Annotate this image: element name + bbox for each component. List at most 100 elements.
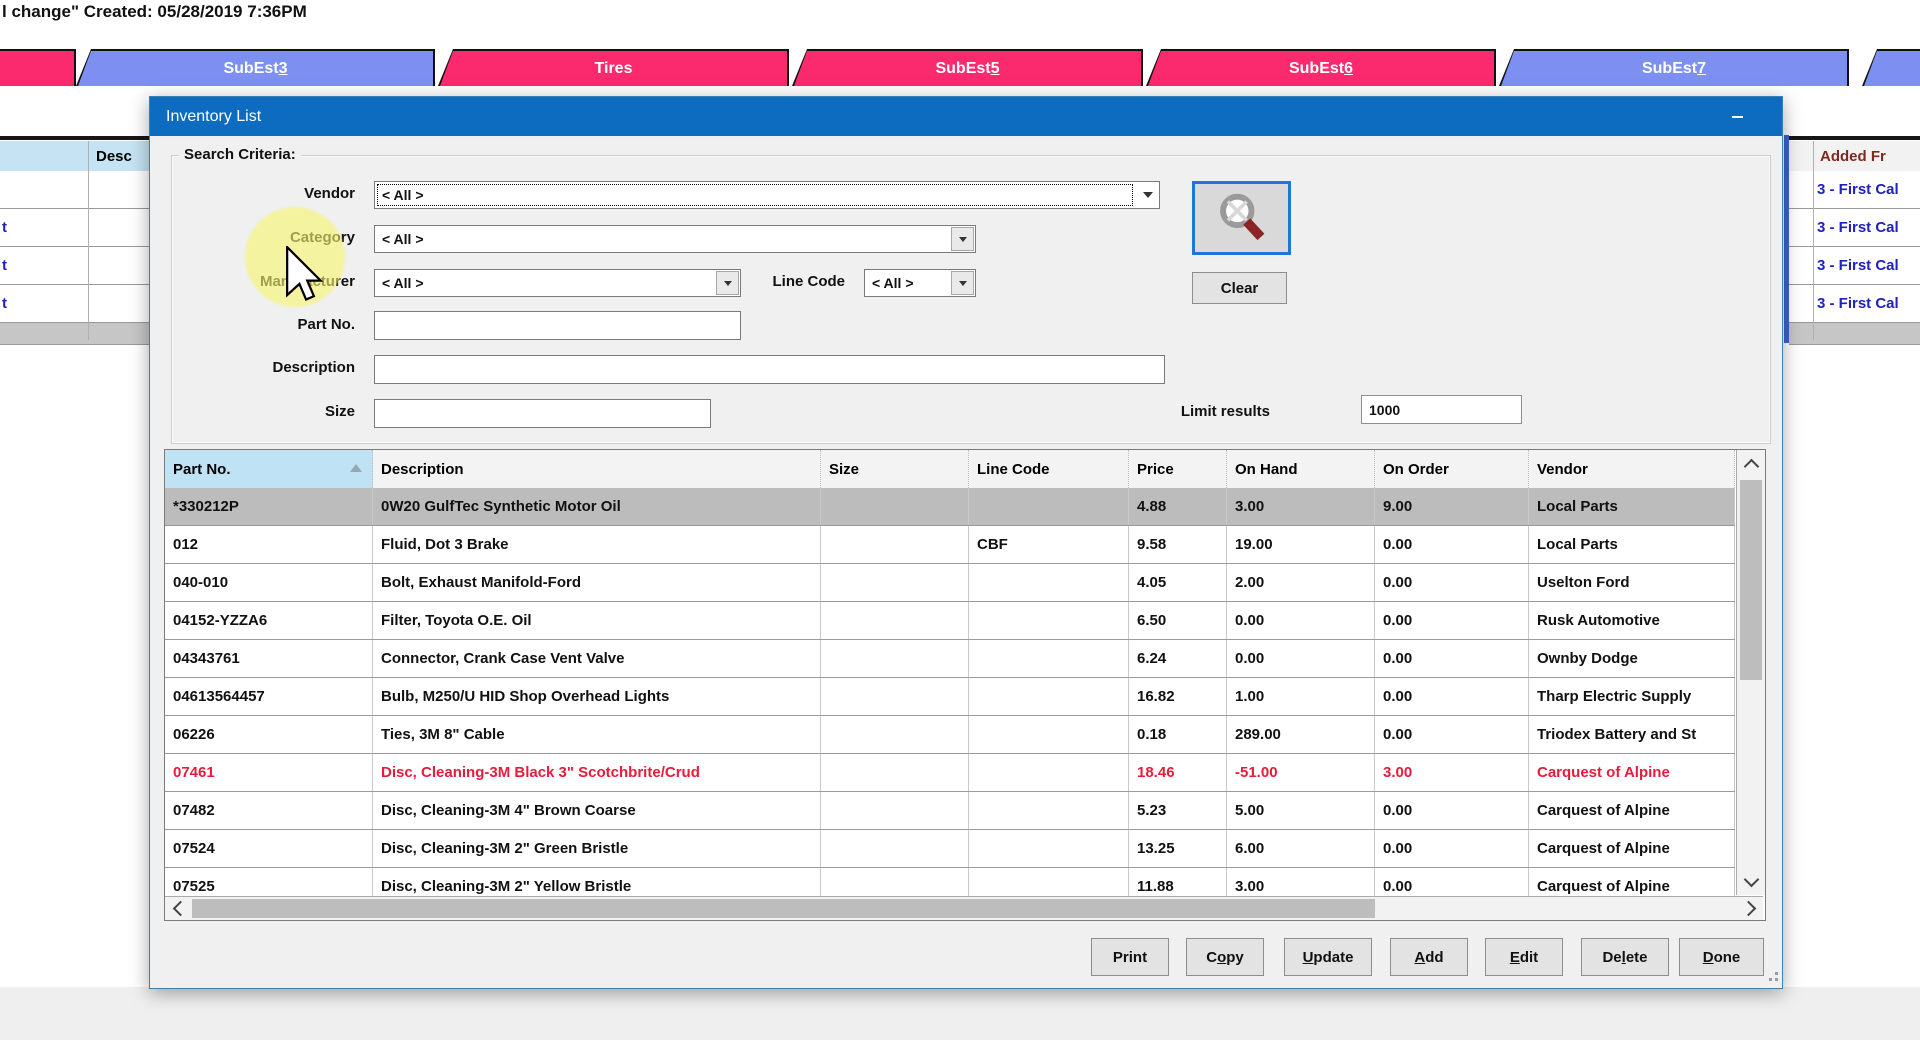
table-cell: 6.00 [1227, 830, 1375, 867]
scroll-up-button[interactable] [1737, 450, 1765, 478]
close-button[interactable] [1862, 97, 1908, 136]
table-row[interactable]: 040-010Bolt, Exhaust Manifold-Ford4.052.… [165, 564, 1735, 602]
table-cell: 0W20 GulfTec Synthetic Motor Oil [373, 488, 821, 525]
chevron-down-icon[interactable] [716, 271, 739, 295]
done-button-label: Done [1703, 949, 1741, 966]
clear-button[interactable]: Clear [1192, 272, 1287, 304]
line-code-combo[interactable]: < All > [864, 269, 976, 297]
table-row[interactable]: 06226Ties, 3M 8" Cable0.18289.000.00Trio… [165, 716, 1735, 754]
limit-results-input[interactable]: 1000 [1361, 395, 1522, 424]
inventory-list-dialog: Inventory List Search Criteria: Vendor <… [149, 96, 1783, 989]
table-cell: 6.24 [1129, 640, 1227, 677]
close-icon [1878, 110, 1892, 124]
table-cell: Carquest of Alpine [1529, 792, 1735, 829]
table-cell: 0.00 [1375, 526, 1529, 563]
table-cell: 16.82 [1129, 678, 1227, 715]
table-cell [821, 830, 969, 867]
table-header-row: Part No.DescriptionSizeLine CodePriceOn … [165, 450, 1735, 490]
background-bottom-band [0, 987, 1920, 1040]
tab-subest-5[interactable]: SubEst 5 [792, 49, 1143, 86]
column-header-label: Part No. [173, 461, 231, 478]
chevron-down-icon[interactable] [951, 271, 974, 295]
table-row[interactable]: 04343761Connector, Crank Case Vent Valve… [165, 640, 1735, 678]
scroll-right-button[interactable] [1737, 897, 1763, 920]
done-button[interactable]: Done [1679, 938, 1764, 976]
category-value: < All > [375, 231, 424, 247]
table-cell [821, 716, 969, 753]
table-row[interactable]: 012Fluid, Dot 3 BrakeCBF9.5819.000.00Loc… [165, 526, 1735, 564]
vendor-combo[interactable]: < All > [374, 181, 1160, 209]
horizontal-scroll-thumb[interactable] [192, 899, 1375, 918]
search-button[interactable] [1192, 181, 1291, 255]
print-button[interactable]: Print [1091, 938, 1169, 976]
estimate-title-text: l change" Created: 05/28/2019 7:36PM [2, 2, 307, 22]
column-header-part-no-[interactable]: Part No. [165, 450, 373, 488]
add-button[interactable]: Add [1390, 938, 1468, 976]
tab-tires[interactable]: Tires [438, 49, 789, 86]
vertical-scrollbar[interactable] [1736, 450, 1765, 895]
category-label: Category [150, 229, 355, 246]
column-header-line-code[interactable]: Line Code [969, 450, 1129, 488]
tab-partial[interactable] [1862, 49, 1920, 86]
table-cell [821, 526, 969, 563]
chevron-down-icon[interactable] [951, 227, 974, 251]
table-row[interactable]: 07524Disc, Cleaning-3M 2" Green Bristle1… [165, 830, 1735, 868]
table-cell: CBF [969, 526, 1129, 563]
chevron-left-icon [172, 901, 188, 917]
tab-subest-7[interactable]: SubEst 7 [1499, 49, 1849, 86]
table-row[interactable]: 04152-YZZA6Filter, Toyota O.E. Oil6.500.… [165, 602, 1735, 640]
table-row[interactable]: 04613564457Bulb, M250/U HID Shop Overhea… [165, 678, 1735, 716]
update-button-label: Update [1303, 949, 1354, 966]
table-cell: Filter, Toyota O.E. Oil [373, 602, 821, 639]
tab-subest-3[interactable]: SubEst 3 [76, 49, 435, 86]
table-cell: 04343761 [165, 640, 373, 677]
description-input[interactable] [374, 355, 1165, 384]
horizontal-scrollbar[interactable] [165, 896, 1763, 920]
tab-subest-6[interactable]: SubEst 6 [1146, 49, 1496, 86]
scroll-left-button[interactable] [165, 897, 191, 920]
resize-grip[interactable] [1762, 965, 1778, 981]
dialog-titlebar[interactable]: Inventory List [150, 97, 1782, 136]
tab-partial[interactable] [0, 49, 76, 86]
column-header-size[interactable]: Size [821, 450, 969, 488]
added-from-header-label: Added Fr [1820, 148, 1886, 165]
table-cell: Disc, Cleaning-3M 4" Brown Coarse [373, 792, 821, 829]
table-cell: Ties, 3M 8" Cable [373, 716, 821, 753]
manufacturer-combo[interactable]: < All > [374, 269, 741, 297]
chevron-down-icon[interactable] [1143, 192, 1153, 198]
table-cell: 07482 [165, 792, 373, 829]
table-cell [969, 792, 1129, 829]
limit-results-value: 1000 [1362, 402, 1400, 418]
table-cell: 5.00 [1227, 792, 1375, 829]
table-row[interactable]: 07461Disc, Cleaning-3M Black 3" Scotchbr… [165, 754, 1735, 792]
background-grid-row: t [0, 209, 149, 247]
table-cell: 13.25 [1129, 830, 1227, 867]
scroll-down-button[interactable] [1737, 867, 1765, 895]
edit-button[interactable]: Edit [1485, 938, 1563, 976]
minimize-button[interactable] [1714, 97, 1760, 136]
category-combo[interactable]: < All > [374, 225, 976, 253]
maximize-button[interactable] [1788, 97, 1834, 136]
delete-button[interactable]: Delete [1581, 938, 1669, 976]
column-header-price[interactable]: Price [1129, 450, 1227, 488]
column-header-vendor[interactable]: Vendor [1529, 450, 1735, 488]
table-cell [969, 716, 1129, 753]
column-header-label: Size [829, 461, 859, 478]
table-row[interactable]: *330212P0W20 GulfTec Synthetic Motor Oil… [165, 488, 1735, 526]
size-input[interactable] [374, 399, 711, 428]
vertical-scroll-thumb[interactable] [1740, 480, 1762, 680]
column-header-description[interactable]: Description [373, 450, 821, 488]
part-no-input[interactable] [374, 311, 741, 340]
limit-results-label: Limit results [1115, 403, 1270, 420]
copy-button[interactable]: Copy [1186, 938, 1264, 976]
column-header-on-hand[interactable]: On Hand [1227, 450, 1375, 488]
update-button[interactable]: Update [1284, 938, 1372, 976]
table-cell: Carquest of Alpine [1529, 754, 1735, 791]
table-cell: 3.00 [1227, 488, 1375, 525]
tab-label: SubEst 6 [1148, 51, 1494, 86]
column-header-on-order[interactable]: On Order [1375, 450, 1529, 488]
table-row[interactable]: 07482Disc, Cleaning-3M 4" Brown Coarse 5.… [165, 792, 1735, 830]
background-grid-right: 3 - First Cal3 - First Cal3 - First Cal3… [1789, 171, 1920, 345]
table-cell: 0.00 [1375, 640, 1529, 677]
tab-label: SubEst 3 [78, 51, 433, 86]
